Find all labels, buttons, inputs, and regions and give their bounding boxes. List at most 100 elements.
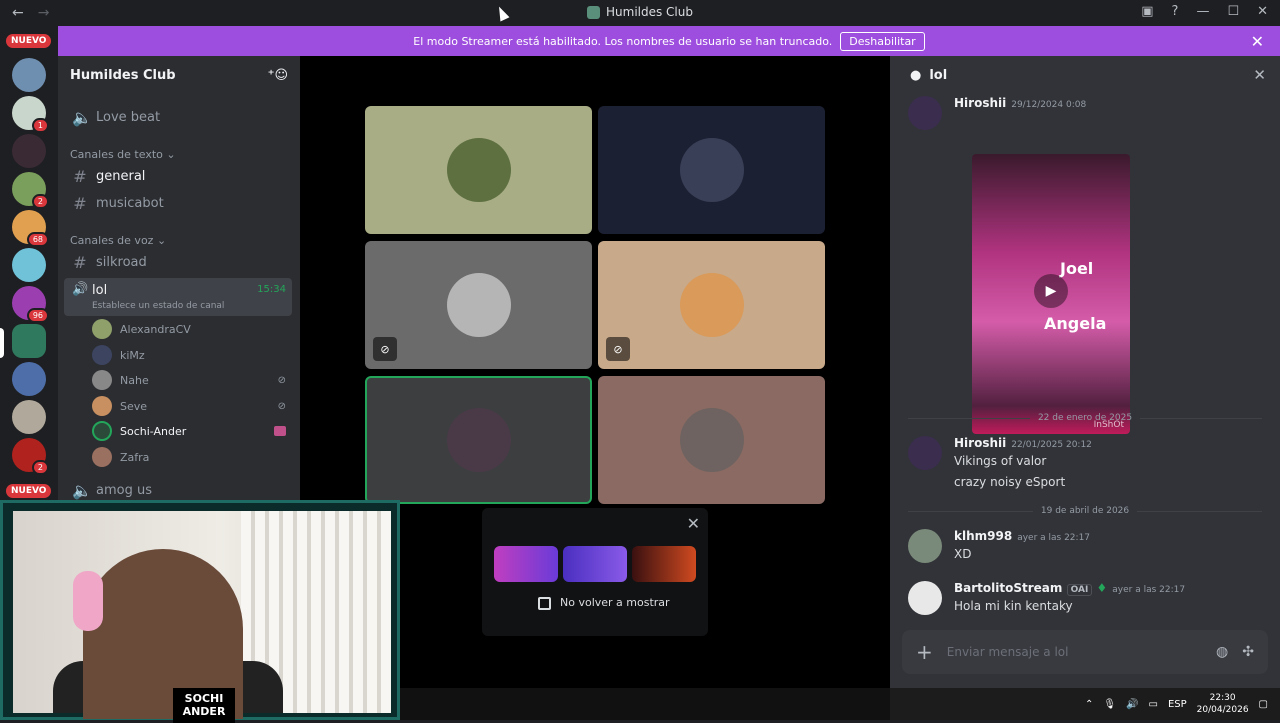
streamer-logo: SOCHI ANDER — [173, 688, 235, 723]
channel-musicabot[interactable]: # musicabot — [68, 190, 292, 216]
server-icon[interactable] — [12, 362, 46, 396]
avatar[interactable] — [908, 581, 942, 615]
avatar[interactable] — [908, 96, 942, 130]
date-divider: 19 de abril de 2026 — [908, 504, 1262, 518]
message-author[interactable]: Hiroshii 22/01/2025 20:12 — [954, 436, 1092, 450]
close-chat-icon[interactable]: ✕ — [1253, 66, 1266, 84]
avatar — [92, 396, 112, 416]
avatar — [92, 447, 112, 467]
channel-love-beat[interactable]: 🔈 Love beat — [68, 104, 292, 130]
server-icon-humildes-club[interactable] — [12, 324, 46, 358]
message-author[interactable]: Hiroshii 29/12/2024 0:08 — [954, 96, 1086, 110]
stage-bottom-bar — [400, 688, 890, 720]
voice-user[interactable]: AlexandraCV — [92, 317, 292, 341]
server-icon[interactable]: 1 — [12, 96, 49, 133]
back-arrow-icon[interactable]: ← — [12, 5, 24, 21]
nitro-badge-icon: ♦ — [1096, 581, 1108, 595]
chat-bubble-icon: ● — [910, 67, 922, 83]
muted-mic-icon: ⊘ — [606, 337, 630, 361]
clan-tag[interactable]: OAI — [1066, 584, 1093, 596]
avatar — [92, 319, 112, 339]
help-icon[interactable]: ? — [1172, 4, 1179, 19]
avatar[interactable] — [908, 436, 942, 470]
hash-icon: # — [73, 166, 87, 186]
speaker-icon: 🔊 — [72, 282, 89, 297]
guild-header[interactable]: Humildes Club ⁺☺ — [58, 56, 300, 94]
webcam-feed — [13, 511, 391, 719]
avatar[interactable] — [908, 529, 942, 563]
server-icon[interactable]: 96 — [12, 286, 49, 323]
muted-mic-icon: ⊘ — [277, 374, 286, 386]
channel-silkroad[interactable]: # silkroad — [68, 249, 292, 275]
apps-icon[interactable]: ✣ — [1242, 644, 1254, 660]
webcam-overlay: SOCHI ANDER — [0, 500, 400, 723]
nav-arrows: ← → — [12, 5, 49, 21]
language-indicator[interactable]: ESP — [1168, 699, 1187, 710]
participant-tile[interactable]: ⊘ — [365, 241, 592, 369]
server-icon[interactable]: 2 — [12, 438, 49, 475]
gift-icon[interactable]: ◍ — [1216, 644, 1228, 660]
volume-icon[interactable]: 🔊 — [1126, 699, 1138, 710]
participant-avatar — [446, 138, 511, 202]
voice-user[interactable]: Nahe ⊘ — [92, 368, 292, 392]
dont-show-again-checkbox[interactable] — [538, 597, 551, 610]
avatar — [92, 345, 112, 365]
message-input[interactable]: Enviar mensaje a lol — [947, 645, 1202, 659]
inbox-icon[interactable]: ▣ — [1141, 4, 1153, 19]
activity-thumbnail[interactable] — [563, 546, 627, 582]
voice-user[interactable]: Seve ⊘ — [92, 394, 292, 418]
microphone-icon[interactable]: 🎙 — [1103, 699, 1116, 710]
message-composer: + Enviar mensaje a lol ◍ ✣ — [902, 630, 1268, 674]
participant-avatar — [679, 138, 744, 202]
close-popup-icon[interactable]: ✕ — [687, 514, 700, 533]
close-window-icon[interactable]: ✕ — [1257, 4, 1268, 19]
activity-thumbnail[interactable] — [632, 546, 696, 582]
participant-tile[interactable]: ⊘ — [598, 241, 825, 369]
chevron-up-icon[interactable]: ⌃ — [1085, 699, 1093, 710]
server-icon[interactable] — [12, 134, 46, 168]
participant-avatar — [446, 408, 511, 472]
channel-lol-selected[interactable]: 🔊 lol 15:34 Establece un estado de canal — [64, 278, 292, 316]
voice-user[interactable]: kiMz — [92, 343, 292, 367]
server-icon[interactable] — [12, 400, 46, 434]
window-controls: ▣ ? — ☐ ✕ — [1141, 4, 1268, 19]
participant-avatar — [679, 273, 744, 337]
add-member-icon[interactable]: ⁺☺ — [268, 68, 288, 83]
close-banner-icon[interactable]: ✕ — [1251, 32, 1264, 51]
notifications-icon[interactable]: ▢ — [1259, 699, 1268, 710]
hash-icon: # — [73, 193, 87, 213]
category-text-channels[interactable]: Canales de texto ⌄ — [70, 148, 176, 161]
system-clock[interactable]: 22:30 20/04/2026 — [1197, 692, 1249, 716]
channel-status-prompt[interactable]: Establece un estado de canal — [92, 301, 224, 311]
participant-tile-speaking[interactable] — [365, 376, 592, 504]
server-logo-icon — [587, 5, 600, 19]
voice-user[interactable]: Sochi-Ander — [92, 419, 292, 443]
participant-tile[interactable] — [598, 376, 825, 504]
title-bar: ← → Humildes Club ▣ ? — ☐ ✕ — [0, 0, 1280, 26]
category-voice-channels[interactable]: Canales de voz ⌄ — [70, 234, 166, 247]
video-attachment[interactable]: Joel ▶ Angela InShOt — [972, 154, 1130, 434]
minimize-icon[interactable]: — — [1196, 4, 1209, 19]
forward-arrow-icon[interactable]: → — [38, 5, 50, 21]
server-icon[interactable]: 68 — [12, 210, 49, 247]
participant-tile[interactable] — [598, 106, 825, 234]
participant-avatar — [679, 408, 744, 472]
server-icon[interactable]: 2 — [12, 172, 49, 209]
server-icon[interactable] — [12, 248, 46, 282]
disable-streamer-button[interactable]: Deshabilitar — [840, 31, 925, 51]
activities-popup: ✕ No volver a mostrar — [482, 508, 708, 636]
network-icon[interactable]: ▭ — [1149, 699, 1158, 710]
channel-general[interactable]: # general — [68, 163, 292, 189]
guild-name: Humildes Club — [70, 67, 176, 83]
server-icon[interactable] — [12, 58, 46, 92]
participant-tile[interactable] — [365, 106, 592, 234]
activity-thumbnail[interactable] — [494, 546, 558, 582]
play-icon[interactable]: ▶ — [1034, 274, 1068, 308]
voice-user[interactable]: Zafra — [92, 445, 292, 469]
message-author[interactable]: klhm998 ayer a las 22:17 — [954, 529, 1090, 543]
add-attachment-icon[interactable]: + — [916, 640, 933, 664]
new-badge: NUEVO — [6, 484, 52, 498]
message-author[interactable]: BartolitoStream OAI ♦ ayer a las 22:17 — [954, 581, 1185, 596]
maximize-icon[interactable]: ☐ — [1227, 4, 1239, 19]
streamer-mode-banner: El modo Streamer está habilitado. Los no… — [58, 26, 1280, 56]
